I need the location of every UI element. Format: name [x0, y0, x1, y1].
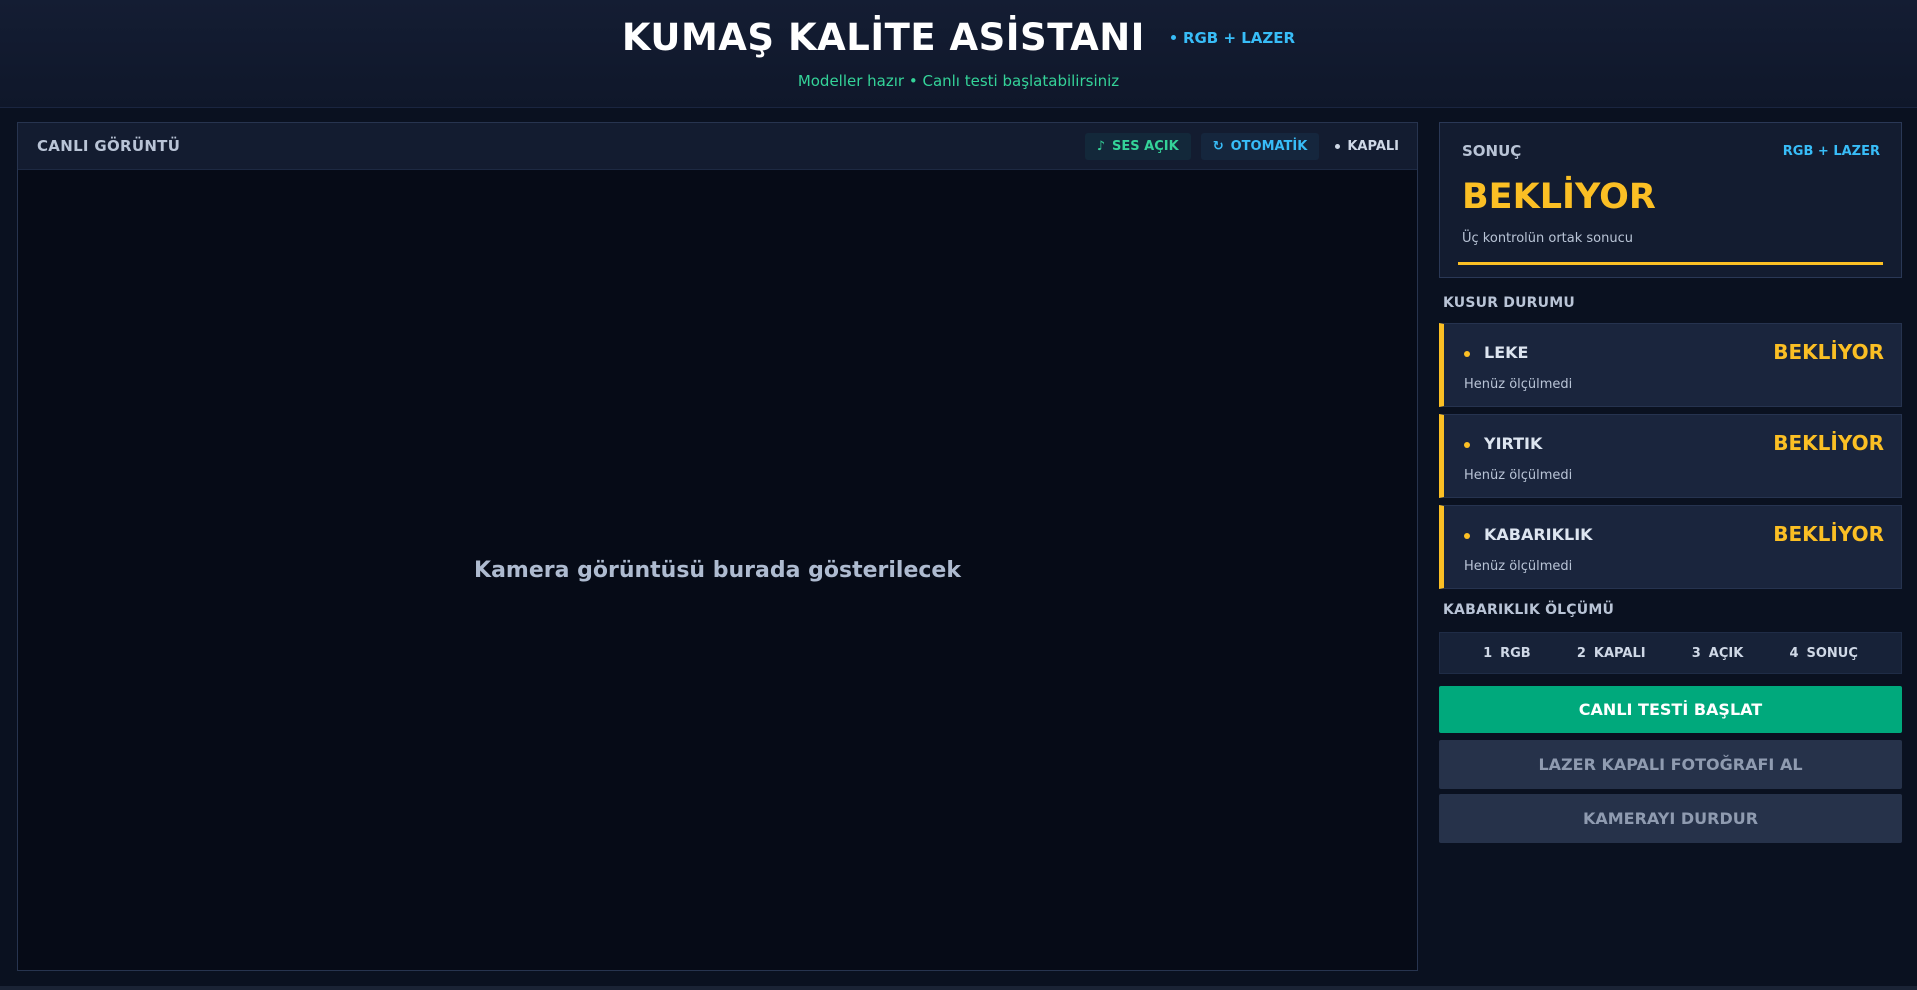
sound-toggle[interactable]: ♪ SES AÇIK: [1084, 132, 1191, 160]
step-result: 4 SONUÇ: [1789, 646, 1857, 661]
camera-controls: ♪ SES AÇIK ↻ OTOMATİK KAPALI: [1084, 132, 1399, 160]
defect-name: LEKE: [1484, 343, 1529, 362]
status-message: Modeller hazır • Canlı testi başlatabili…: [797, 72, 1120, 90]
step-label: SONUÇ: [1806, 645, 1858, 661]
result-card: SONUÇ RGB + LAZER BEKLİYOR Üç kontrolün …: [1439, 122, 1902, 278]
defect-note: Henüz ölçülmedi: [1464, 377, 1573, 392]
defect-card-tear: YIRTIK BEKLİYOR Henüz ölçülmedi: [1439, 414, 1902, 498]
step-number: 4: [1789, 645, 1799, 661]
defect-card-bulge: KABARIKLIK BEKLİYOR Henüz ölçülmedi: [1439, 505, 1902, 589]
sound-toggle-label: SES AÇIK: [1112, 138, 1179, 154]
step-number: 1: [1483, 645, 1493, 661]
camera-panel: CANLI GÖRÜNTÜ ♪ SES AÇIK ↻ OTOMATİK KAPA…: [17, 122, 1418, 971]
measurement-steps: 1 RGB 2 KAPALI 3 AÇIK 4 SONUÇ: [1439, 632, 1902, 674]
step-rgb: 1 RGB: [1483, 646, 1531, 661]
step-laser-off: 2 KAPALI: [1577, 646, 1646, 661]
defect-name: YIRTIK: [1484, 434, 1543, 453]
dot-icon: [1464, 351, 1470, 357]
result-status-bar: [1458, 262, 1883, 265]
result-subtitle: Üç kontrolün ortak sonucu: [1462, 231, 1633, 246]
auto-mode-label: OTOMATİK: [1230, 138, 1308, 154]
bottom-divider: [0, 986, 1917, 990]
step-number: 2: [1576, 645, 1586, 661]
result-value: BEKLİYOR: [1462, 177, 1656, 217]
step-laser-on: 3 AÇIK: [1692, 646, 1744, 661]
refresh-icon: ↻: [1212, 138, 1224, 154]
laser-status-toggle[interactable]: KAPALI: [1329, 133, 1399, 160]
app-title: KUMAŞ KALİTE ASİSTANI: [621, 16, 1145, 59]
auto-mode-toggle[interactable]: ↻ OTOMATİK: [1200, 132, 1320, 160]
defect-state: BEKLİYOR: [1773, 340, 1884, 364]
defect-state: BEKLİYOR: [1773, 431, 1884, 455]
mode-badge-label: RGB + LAZER: [1182, 28, 1296, 47]
laser-off-photo-button[interactable]: LAZER KAPALI FOTOĞRAFI AL: [1439, 740, 1902, 789]
step-label: AÇIK: [1708, 645, 1744, 661]
camera-title: CANLI GÖRÜNTÜ: [37, 137, 181, 155]
defect-name: KABARIKLIK: [1484, 525, 1593, 544]
defect-note: Henüz ölçülmedi: [1464, 559, 1573, 574]
stop-camera-button[interactable]: KAMERAYI DURDUR: [1439, 794, 1902, 843]
app-header: KUMAŞ KALİTE ASİSTANI RGB + LAZER Modell…: [0, 0, 1917, 108]
dot-icon: [1170, 35, 1176, 40]
mode-badge: RGB + LAZER: [1170, 28, 1296, 47]
dot-icon: [1335, 143, 1341, 149]
result-mode: RGB + LAZER: [1782, 144, 1880, 159]
defect-state: BEKLİYOR: [1773, 522, 1884, 546]
camera-view: Kamera görüntüsü burada gösterilecek: [18, 170, 1417, 970]
step-label: KAPALI: [1593, 645, 1646, 661]
dot-icon: [1464, 533, 1470, 539]
dot-icon: [1464, 442, 1470, 448]
defect-section-title: KUSUR DURUMU: [1443, 295, 1575, 311]
start-live-test-button[interactable]: CANLI TESTİ BAŞLAT: [1439, 686, 1902, 733]
camera-panel-header: CANLI GÖRÜNTÜ ♪ SES AÇIK ↻ OTOMATİK KAPA…: [18, 123, 1417, 170]
music-note-icon: ♪: [1096, 138, 1106, 154]
laser-status-label: KAPALI: [1347, 138, 1399, 154]
result-label: SONUÇ: [1462, 142, 1522, 160]
defect-note: Henüz ölçülmedi: [1464, 468, 1573, 483]
title-row: KUMAŞ KALİTE ASİSTANI RGB + LAZER: [0, 16, 1917, 59]
result-sidebar: SONUÇ RGB + LAZER BEKLİYOR Üç kontrolün …: [1439, 122, 1902, 843]
defect-card-stain: LEKE BEKLİYOR Henüz ölçülmedi: [1439, 323, 1902, 407]
measurement-section-title: KABARIKLIK ÖLÇÜMÜ: [1443, 602, 1615, 618]
step-label: RGB: [1500, 645, 1531, 661]
step-number: 3: [1691, 645, 1701, 661]
camera-placeholder: Kamera görüntüsü burada gösterilecek: [474, 557, 961, 583]
